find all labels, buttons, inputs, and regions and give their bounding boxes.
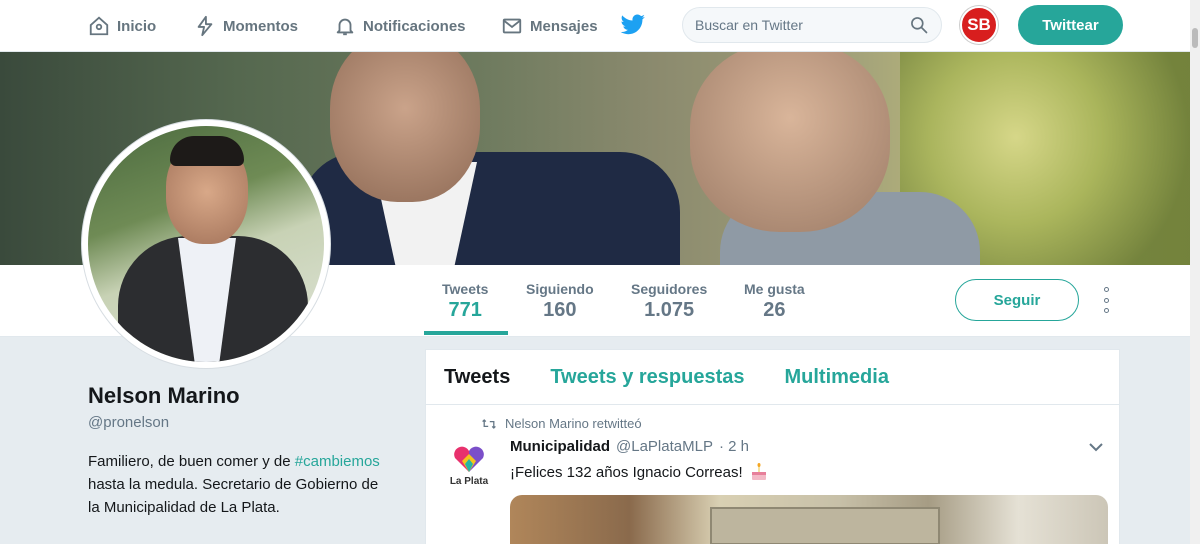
- bio-text-start: Familiero, de buen comer y de: [88, 453, 295, 470]
- profile-avatar[interactable]: [82, 120, 330, 368]
- tab-media[interactable]: Multimedia: [785, 366, 889, 389]
- nav-home-label: Inicio: [117, 17, 157, 35]
- banner-person-2-head: [690, 52, 890, 232]
- nav-messages[interactable]: Mensajes: [501, 0, 598, 52]
- stat-tweets-label: Tweets: [442, 281, 489, 297]
- stat-following-label: Siguiendo: [526, 281, 594, 297]
- bio-hashtag-link[interactable]: #cambiemos: [295, 453, 380, 470]
- stat-following-value: 160: [543, 299, 577, 321]
- bio-text-end: hasta la medula. Secretario de Gobierno …: [88, 476, 379, 516]
- tweet-text: ¡Felices 132 años Ignacio Correas!: [510, 462, 769, 482]
- nav-home[interactable]: Inicio: [88, 0, 156, 52]
- tweet-button[interactable]: Twittear: [1018, 5, 1123, 45]
- tweet-timestamp[interactable]: · 2 h: [719, 438, 749, 455]
- follow-button[interactable]: Seguir: [955, 279, 1079, 321]
- stat-likes-label: Me gusta: [744, 281, 805, 297]
- twitter-bird-icon[interactable]: [620, 14, 646, 36]
- profile-name[interactable]: Nelson Marino: [88, 383, 240, 409]
- tweet-author-logo-text: La Plata: [449, 476, 489, 487]
- tweet-media-sign: [710, 507, 940, 544]
- user-avatar-text: SB: [967, 15, 991, 34]
- timeline-tabs: Tweets Tweets y respuestas Multimedia: [426, 350, 1119, 405]
- stat-followers[interactable]: Seguidores 1.075: [631, 281, 707, 322]
- nav-messages-label: Mensajes: [530, 17, 598, 35]
- profile-bio: Familiero, de buen comer y de #cambiemos…: [88, 450, 388, 519]
- envelope-icon: [502, 18, 522, 34]
- search-icon[interactable]: [909, 15, 929, 35]
- retweet-icon: [482, 418, 496, 429]
- stat-followers-value: 1.075: [644, 299, 695, 321]
- tab-tweets-and-replies[interactable]: Tweets y respuestas: [550, 366, 744, 389]
- stat-likes[interactable]: Me gusta 26: [744, 281, 805, 322]
- stat-following[interactable]: Siguiendo 160: [526, 281, 594, 322]
- retweet-note[interactable]: Nelson Marino retwitteó: [505, 416, 642, 431]
- more-options-icon[interactable]: [1098, 287, 1114, 313]
- tweet-author-avatar[interactable]: La Plata: [448, 446, 490, 492]
- lightning-icon: [197, 15, 213, 37]
- la-plata-heart-logo: [454, 446, 484, 472]
- active-stat-indicator: [424, 331, 508, 335]
- banner-person-1-head: [330, 52, 480, 202]
- retweet-context: Nelson Marino retwitteó: [481, 416, 642, 431]
- scrollbar-thumb[interactable]: [1192, 28, 1198, 48]
- tweet-text-content: ¡Felices 132 años Ignacio Correas!: [510, 463, 743, 481]
- tweet-header: Municipalidad @LaPlataMLP · 2 h: [510, 438, 749, 455]
- search-input[interactable]: [695, 17, 909, 33]
- stat-followers-label: Seguidores: [631, 281, 708, 297]
- nav-moments[interactable]: Momentos: [194, 0, 298, 52]
- timeline: Tweets Tweets y respuestas Multimedia Ne…: [425, 349, 1120, 544]
- nav-moments-label: Momentos: [223, 17, 298, 35]
- search-box: [682, 7, 942, 43]
- chevron-down-icon[interactable]: [1088, 442, 1104, 452]
- home-icon: [89, 16, 109, 36]
- tweet-media-image[interactable]: [510, 495, 1108, 544]
- profile-avatar-photo: [88, 126, 324, 362]
- stat-likes-value: 26: [763, 299, 786, 321]
- birthday-cake-emoji-icon: [751, 463, 766, 480]
- page-scrollbar[interactable]: [1190, 0, 1200, 544]
- user-avatar[interactable]: SB: [960, 6, 998, 44]
- bell-icon: [336, 18, 354, 36]
- tab-tweets[interactable]: Tweets: [444, 366, 510, 389]
- top-navigation-bar: Inicio Momentos Notificaciones Mensajes …: [0, 0, 1200, 52]
- stat-tweets-value: 771: [448, 299, 482, 321]
- nav-notifications-label: Notificaciones: [363, 17, 466, 35]
- stat-tweets[interactable]: Tweets 771: [442, 281, 488, 322]
- nav-notifications[interactable]: Notificaciones: [334, 0, 466, 52]
- profile-handle[interactable]: @pronelson: [88, 414, 169, 431]
- tweet-author-handle[interactable]: @LaPlataMLP: [616, 438, 713, 455]
- tweet-author-name[interactable]: Municipalidad: [510, 438, 610, 455]
